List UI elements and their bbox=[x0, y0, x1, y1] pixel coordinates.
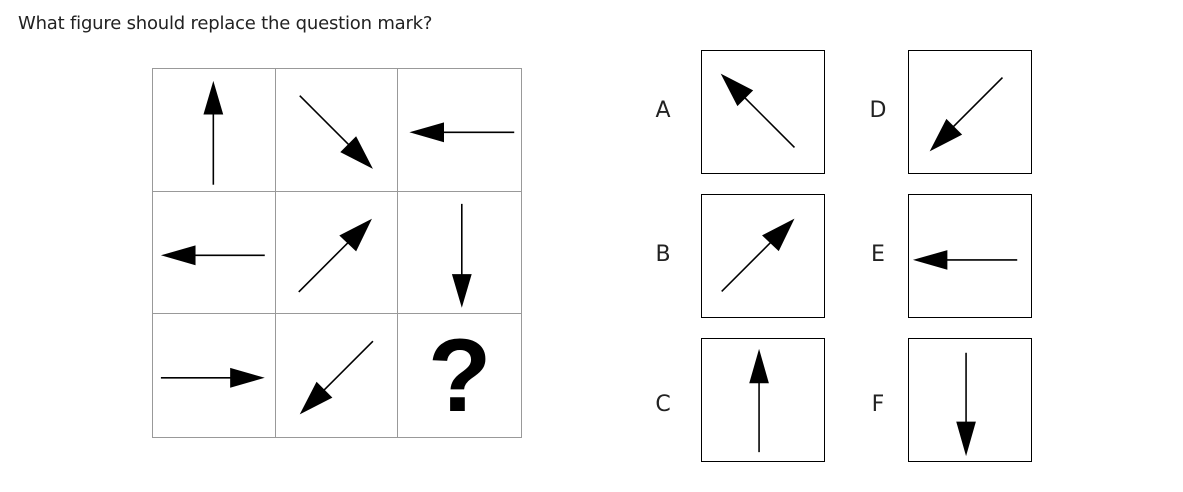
option-c[interactable]: C bbox=[645, 338, 826, 462]
up-left-arrow-icon bbox=[720, 73, 796, 148]
left-arrow-icon bbox=[160, 245, 265, 265]
matrix-cell bbox=[153, 69, 276, 192]
up-right-arrow-icon bbox=[297, 218, 372, 293]
matrix-cell bbox=[398, 192, 521, 315]
option-label: D bbox=[869, 98, 887, 123]
up-arrow-icon bbox=[749, 348, 769, 453]
option-box bbox=[701, 194, 825, 318]
option-b[interactable]: B bbox=[645, 194, 826, 318]
option-label: B bbox=[655, 242, 671, 267]
up-right-arrow-icon bbox=[721, 218, 795, 292]
down-arrow-icon bbox=[452, 203, 473, 308]
matrix-cell bbox=[275, 69, 399, 192]
down-arrow-icon bbox=[956, 352, 976, 457]
right-arrow-icon bbox=[160, 368, 265, 389]
option-a[interactable]: A bbox=[645, 50, 826, 174]
option-label: C bbox=[655, 392, 671, 417]
option-d[interactable]: D bbox=[862, 50, 1032, 174]
option-box bbox=[701, 50, 825, 174]
option-label: E bbox=[871, 242, 885, 267]
down-left-arrow-icon bbox=[299, 340, 374, 415]
question-text: What figure should replace the question … bbox=[18, 13, 433, 34]
option-box bbox=[908, 50, 1032, 174]
option-f[interactable]: F bbox=[862, 338, 1032, 462]
option-box bbox=[701, 338, 825, 462]
puzzle-matrix: ? bbox=[152, 68, 522, 438]
matrix-cell bbox=[398, 69, 521, 192]
up-arrow-icon bbox=[203, 80, 224, 185]
option-label: A bbox=[655, 98, 671, 123]
question-mark: ? bbox=[427, 317, 492, 434]
option-label: F bbox=[871, 392, 885, 417]
down-right-arrow-icon bbox=[298, 95, 373, 169]
option-e[interactable]: E bbox=[862, 194, 1032, 318]
option-box bbox=[908, 338, 1032, 462]
left-arrow-icon bbox=[912, 250, 1018, 270]
option-box bbox=[908, 194, 1032, 318]
matrix-cell-missing: ? bbox=[398, 314, 521, 437]
matrix-cell bbox=[276, 314, 399, 437]
left-arrow-icon bbox=[409, 122, 515, 143]
matrix-cell bbox=[275, 191, 399, 315]
matrix-cell bbox=[153, 191, 276, 315]
down-left-arrow-icon bbox=[929, 77, 1004, 152]
matrix-cell bbox=[153, 314, 276, 437]
